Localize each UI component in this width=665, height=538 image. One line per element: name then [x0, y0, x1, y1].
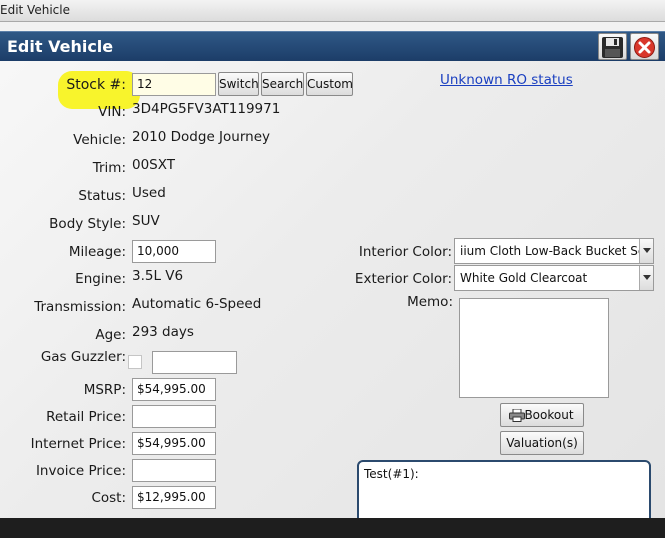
status-label: Status:	[78, 188, 126, 204]
dialog-header: Edit Vehicle	[0, 31, 665, 61]
memo-textarea[interactable]	[459, 298, 609, 398]
memo-label: Memo:	[407, 294, 453, 310]
interior-color-label: Interior Color:	[358, 244, 452, 260]
stock-input[interactable]: 12	[132, 73, 216, 96]
bookout-button[interactable]: Bookout	[500, 403, 584, 427]
floppy-disk-icon	[602, 37, 623, 58]
test-panel-label: Test(#1):	[364, 467, 419, 481]
exterior-color-label: Exterior Color:	[354, 271, 452, 287]
age-value: 293 days	[132, 324, 194, 340]
exterior-color-select[interactable]: White Gold Clearcoat	[454, 265, 654, 291]
vehicle-value: 2010 Dodge Journey	[132, 129, 270, 145]
save-button[interactable]	[598, 33, 627, 60]
dialog-title: Edit Vehicle	[7, 37, 114, 56]
bottom-bar	[0, 518, 665, 538]
trim-label: Trim:	[92, 160, 126, 176]
close-button[interactable]	[630, 33, 659, 60]
outer-frame	[0, 22, 665, 31]
trim-value: 00SXT	[132, 157, 176, 173]
mileage-label: Mileage:	[68, 244, 126, 260]
close-icon	[634, 37, 655, 58]
bookout-label: Bookout	[524, 408, 574, 422]
cost-input[interactable]: $12,995.00	[132, 486, 216, 509]
exterior-color-value: White Gold Clearcoat	[460, 271, 588, 285]
custom-button[interactable]: Custom	[306, 72, 353, 96]
chevron-down-icon[interactable]	[639, 266, 653, 290]
invoice-price-input[interactable]	[132, 459, 216, 482]
interior-color-select[interactable]: iium Cloth Low-Back Bucket Se	[454, 238, 654, 264]
search-button[interactable]: Search	[261, 72, 304, 96]
gas-guzzler-label: Gas Guzzler:	[40, 349, 126, 365]
invoice-price-label: Invoice Price:	[35, 463, 126, 479]
msrp-input[interactable]: $54,995.00	[132, 378, 216, 401]
vin-value: 3D4PG5FV3AT119971	[132, 101, 281, 117]
status-value: Used	[132, 185, 166, 201]
valuations-button[interactable]: Valuation(s)	[500, 431, 584, 455]
body-style-value: SUV	[132, 213, 160, 229]
retail-price-input[interactable]	[132, 405, 216, 428]
vin-label: VIN:	[98, 104, 126, 120]
outer-window-title: Edit Vehicle	[0, 3, 70, 17]
gas-guzzler-input[interactable]	[152, 351, 237, 374]
outer-window-titlebar: Edit Vehicle	[0, 0, 665, 22]
msrp-label: MSRP:	[83, 382, 126, 398]
engine-label: Engine:	[75, 271, 126, 287]
ro-status-link[interactable]: Unknown RO status	[440, 72, 573, 88]
stock-label: Stock #:	[66, 77, 126, 93]
body-style-label: Body Style:	[49, 216, 126, 232]
internet-price-input[interactable]: $54,995.00	[132, 432, 216, 455]
printer-icon	[509, 409, 525, 422]
internet-price-label: Internet Price:	[30, 436, 126, 452]
switch-button[interactable]: Switch	[218, 72, 259, 96]
interior-color-value: iium Cloth Low-Back Bucket Se	[460, 244, 646, 258]
transmission-label: Transmission:	[34, 299, 126, 315]
engine-value: 3.5L V6	[132, 268, 184, 284]
cost-label: Cost:	[91, 490, 126, 506]
chevron-down-icon[interactable]	[639, 239, 653, 263]
edit-vehicle-dialog: Edit Vehicle Stock #: 12 Switch Search C…	[0, 31, 665, 530]
mileage-input[interactable]: 10,000	[132, 240, 216, 263]
age-label: Age:	[95, 327, 126, 343]
transmission-value: Automatic 6-Speed	[132, 296, 262, 312]
retail-price-label: Retail Price:	[46, 409, 126, 425]
vehicle-label: Vehicle:	[73, 132, 126, 148]
gas-guzzler-checkbox[interactable]	[128, 355, 142, 369]
